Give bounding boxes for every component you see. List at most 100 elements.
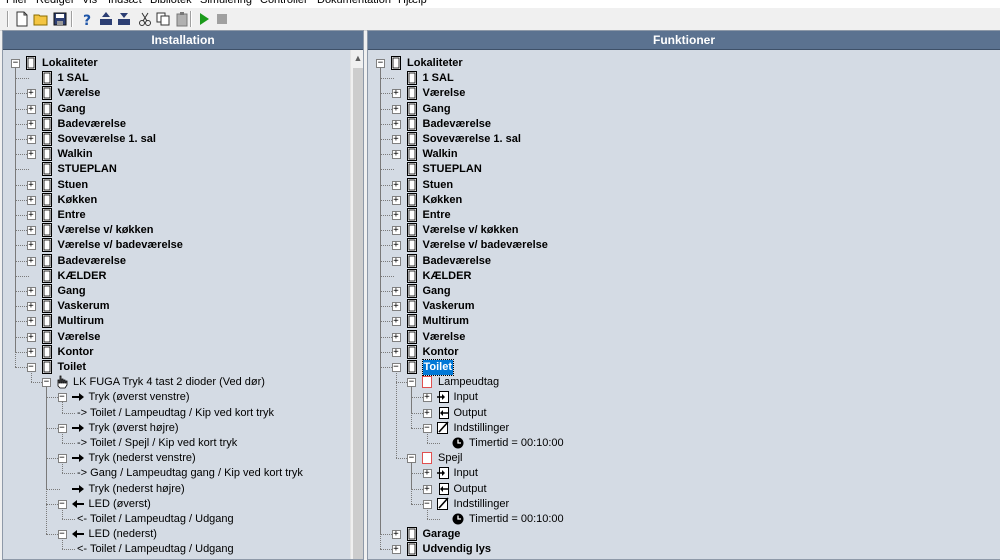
expand-icon[interactable]: +: [26, 226, 36, 236]
tree-item-label[interactable]: <- Toilet / Lampeudtag / Udgang: [77, 512, 234, 527]
tree-item-label[interactable]: Multirum: [423, 314, 469, 329]
tree-item-label[interactable]: KÆLDER: [423, 269, 472, 284]
tree-item[interactable]: − Tryk (øverst venstre): [3, 390, 363, 405]
tree-item-label[interactable]: KÆLDER: [58, 269, 107, 284]
tree-item-label[interactable]: Walkin: [423, 147, 458, 162]
tree-item-label[interactable]: Vaskerum: [423, 299, 475, 314]
expand-icon[interactable]: +: [391, 226, 401, 236]
expand-icon[interactable]: +: [26, 211, 36, 220]
tree-item[interactable]: − LED (øverst): [3, 497, 363, 512]
tree-item-label[interactable]: -> Toilet / Lampeudtag / Kip ved kort tr…: [77, 406, 274, 421]
tree-item-label[interactable]: Udvendig lys: [423, 542, 491, 557]
expand-icon[interactable]: +: [26, 287, 36, 296]
tree-item[interactable]: − Tryk (nederst venstre): [3, 451, 363, 466]
scroll-up-icon[interactable]: ▲: [351, 50, 363, 66]
tree-item[interactable]: − Lokaliteter: [368, 56, 1000, 71]
expand-icon[interactable]: +: [26, 256, 36, 266]
expand-icon[interactable]: +: [422, 469, 432, 479]
tree-item[interactable]: + Multirum: [368, 314, 1000, 329]
tree-item-label[interactable]: Output: [454, 482, 487, 497]
tree-item[interactable]: + Værelse v/ badeværelse: [3, 238, 363, 253]
tree-item[interactable]: − Toilet: [3, 360, 363, 375]
tree-item[interactable]: − Lokaliteter: [3, 56, 363, 71]
menu-item-8[interactable]: Hjælp: [398, 0, 427, 7]
tree-item[interactable]: + Gang: [368, 101, 1000, 117]
menu-item-7[interactable]: Dokumentation: [317, 0, 391, 7]
tree-item[interactable]: + Badeværelse: [3, 116, 363, 132]
expand-icon[interactable]: +: [422, 393, 432, 403]
tree-item-label[interactable]: Multirum: [58, 314, 104, 329]
tree-item-label[interactable]: STUEPLAN: [423, 162, 482, 177]
expand-icon[interactable]: +: [26, 180, 36, 190]
installation-scrollbar[interactable]: ▲: [350, 50, 363, 559]
tree-item-label[interactable]: Lampeudtag: [438, 375, 499, 390]
expand-icon[interactable]: +: [391, 347, 401, 357]
tree-item[interactable]: + Walkin: [3, 147, 363, 162]
tree-item[interactable]: -> Toilet / Spejl / Kip ved kort tryk: [3, 436, 363, 451]
tree-item-label[interactable]: Indstillinger: [454, 497, 510, 512]
tree-item[interactable]: 1 SAL: [3, 71, 363, 86]
tree-item-label[interactable]: LK FUGA Tryk 4 tast 2 dioder (Ved dør): [73, 375, 265, 390]
menu-item-4[interactable]: Bibliotek: [150, 0, 192, 7]
tree-item-label[interactable]: Værelse v/ køkken: [58, 223, 154, 238]
expand-icon[interactable]: +: [26, 150, 36, 160]
run-icon[interactable]: [196, 11, 212, 27]
tree-item-label[interactable]: Kontor: [58, 345, 94, 360]
expand-icon[interactable]: +: [391, 150, 401, 160]
tree-item[interactable]: KÆLDER: [368, 268, 1000, 284]
tree-item-label[interactable]: Garage: [423, 527, 461, 542]
tree-item[interactable]: + Værelse v/ køkken: [368, 223, 1000, 238]
tree-item[interactable]: + Værelse v/ badeværelse: [368, 238, 1000, 253]
copy-icon[interactable]: [155, 11, 171, 27]
funktioner-tree[interactable]: − Lokaliteter 1 SAL + Værelse + Gang + Badeværel…: [368, 50, 1000, 559]
expand-icon[interactable]: +: [391, 180, 401, 190]
expand-icon[interactable]: +: [422, 408, 432, 418]
tree-item-label[interactable]: Værelse: [423, 330, 466, 345]
menu-item-3[interactable]: Indsæt: [108, 0, 142, 7]
tree-item[interactable]: + Kontor: [3, 344, 363, 360]
scroll-thumb[interactable]: [353, 68, 363, 559]
expand-icon[interactable]: +: [391, 545, 401, 555]
tree-item-label[interactable]: Vaskerum: [58, 299, 110, 314]
expand-icon[interactable]: +: [391, 89, 401, 99]
tree-item[interactable]: + Badeværelse: [368, 116, 1000, 132]
tree-item-label[interactable]: LED (nederst): [89, 527, 157, 542]
tree-item[interactable]: + Vaskerum: [368, 299, 1000, 314]
tree-item[interactable]: STUEPLAN: [368, 162, 1000, 177]
expand-icon[interactable]: +: [391, 256, 401, 266]
stop-icon[interactable]: [214, 11, 230, 27]
tree-item-label[interactable]: Timertid = 00:10:00: [469, 512, 564, 527]
tree-item-label[interactable]: Entre: [423, 208, 451, 223]
tree-item[interactable]: + Output: [368, 482, 1000, 497]
save-disk-icon[interactable]: [52, 11, 68, 27]
tree-item[interactable]: + Vaskerum: [3, 299, 363, 314]
tree-item-label[interactable]: Gang: [58, 284, 86, 299]
installation-tree[interactable]: − Lokaliteter 1 SAL + Værelse + Gang + Badeværel…: [3, 50, 363, 559]
upload-icon[interactable]: [98, 11, 114, 27]
tree-item-label[interactable]: Lokaliteter: [42, 56, 98, 71]
tree-item[interactable]: − Indstillinger: [368, 421, 1000, 436]
tree-item[interactable]: − Tryk (øverst højre): [3, 421, 363, 436]
tree-item[interactable]: + Værelse v/ køkken: [3, 223, 363, 238]
open-folder-icon[interactable]: [33, 11, 49, 27]
tree-item[interactable]: − Indstillinger: [368, 497, 1000, 512]
tree-item-label[interactable]: Værelse v/ badeværelse: [423, 238, 548, 253]
expand-icon[interactable]: +: [391, 119, 401, 129]
tree-item-label[interactable]: Stuen: [423, 178, 454, 193]
tree-item-label[interactable]: Gang: [423, 102, 451, 117]
tree-item[interactable]: + Værelse: [368, 86, 1000, 101]
tree-item[interactable]: + Entre: [368, 208, 1000, 223]
new-file-icon[interactable]: [14, 11, 30, 27]
tree-item[interactable]: STUEPLAN: [3, 162, 363, 177]
tree-item[interactable]: + Walkin: [368, 147, 1000, 162]
tree-item-label[interactable]: Kontor: [423, 345, 459, 360]
tree-item-label[interactable]: Toilet: [58, 360, 87, 375]
tree-item[interactable]: + Badeværelse: [3, 253, 363, 269]
expand-icon[interactable]: +: [26, 135, 36, 144]
download-icon[interactable]: [116, 11, 132, 27]
tree-item[interactable]: Timertid = 00:10:00: [368, 436, 1000, 451]
menu-item-6[interactable]: Controller: [260, 0, 308, 7]
tree-item[interactable]: Timertid = 00:10:00: [368, 512, 1000, 527]
tree-item[interactable]: <- Toilet / Lampeudtag / Udgang: [3, 512, 363, 527]
tree-item[interactable]: − Spejl: [368, 451, 1000, 466]
